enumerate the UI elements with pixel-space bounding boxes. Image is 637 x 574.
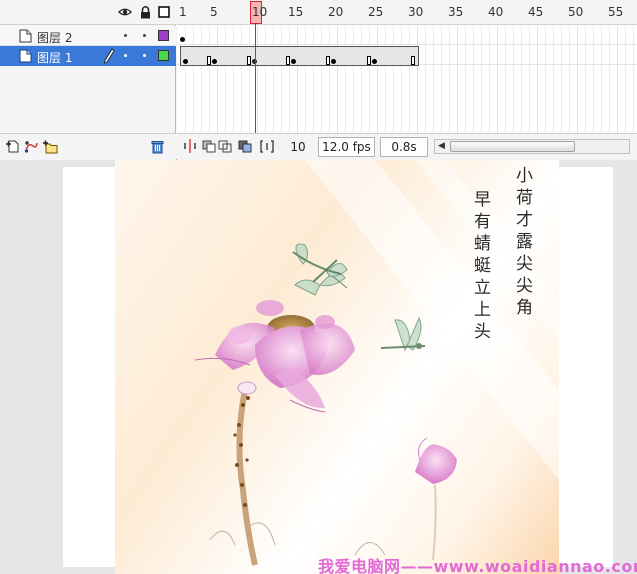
pencil-icon	[103, 48, 115, 64]
playhead-line	[255, 24, 256, 133]
ruler-label: 30	[408, 5, 424, 19]
stage-area: 小荷才露尖尖角 早有蜻蜓立上头	[0, 160, 637, 574]
watermark-text: 我爱电脑网——www.woaidiannao.com	[318, 557, 637, 574]
current-frame-field[interactable]: 10	[280, 137, 316, 157]
frame-end-marker	[207, 56, 211, 65]
layer-page-icon	[19, 29, 32, 43]
add-motion-guide-icon[interactable]	[24, 139, 39, 155]
ruler-label: 45	[528, 5, 544, 19]
ruler-label: 55	[608, 5, 624, 19]
frame-end-marker	[247, 56, 251, 65]
scroll-left-arrow-icon[interactable]: ◀	[438, 141, 445, 151]
layers-pane: 图层 2 图层 1	[0, 0, 176, 160]
layers-footer	[0, 133, 176, 160]
lock-icon[interactable]	[138, 5, 152, 19]
layer-name: 图层 2	[37, 31, 73, 45]
eye-icon[interactable]	[118, 5, 132, 19]
keyframe-marker[interactable]	[291, 59, 296, 64]
ruler-label: 25	[368, 5, 384, 19]
modify-onion-markers-icon[interactable]	[260, 139, 274, 153]
onion-skin-icon[interactable]	[202, 139, 216, 153]
timeline-panel: 图层 2 图层 1 1 5 15 20 25 30 35 40 45 50 55…	[0, 0, 637, 160]
dragonfly-2	[380, 316, 426, 352]
visibility-dot[interactable]	[124, 54, 127, 57]
ruler-label: 20	[328, 5, 344, 19]
frame-end-marker	[367, 56, 371, 65]
outline-icon[interactable]	[157, 5, 171, 19]
frames-pane[interactable]: 1 5 15 20 25 30 35 40 45 50 55 10	[177, 0, 637, 133]
lotus-painting-image: 小荷才露尖尖角 早有蜻蜓立上头	[115, 160, 559, 574]
ruler-label: 5	[210, 5, 218, 19]
frame-ruler[interactable]: 1 5 15 20 25 30 35 40 45 50 55 10	[177, 0, 637, 25]
poem-line-1: 小荷才露尖尖角	[512, 166, 532, 320]
trash-icon[interactable]	[151, 139, 164, 155]
outline-color-swatch[interactable]	[158, 50, 169, 61]
frame-rate-field[interactable]: 12.0 fps	[318, 137, 375, 157]
ruler-label: 50	[568, 5, 584, 19]
frame-end-marker	[326, 56, 330, 65]
scrollbar-thumb[interactable]	[450, 141, 575, 152]
layer-row-2[interactable]: 图层 2	[0, 26, 176, 46]
layer-page-icon	[19, 49, 32, 63]
center-frame-icon[interactable]	[183, 139, 197, 153]
lock-dot[interactable]	[143, 54, 146, 57]
keyframe-marker[interactable]	[331, 59, 336, 64]
timeline-status-bar: 10 12.0 fps 0.8s ◀	[177, 133, 637, 160]
frame-end-marker	[286, 56, 290, 65]
ruler-label: 15	[288, 5, 304, 19]
insert-layer-icon[interactable]	[5, 139, 20, 155]
frame-end-marker	[411, 56, 415, 65]
keyframe-marker[interactable]	[212, 59, 217, 64]
frame-row-layer-2[interactable]	[177, 25, 637, 45]
ruler-label: 40	[488, 5, 504, 19]
playhead-frame-label: 10	[252, 5, 268, 19]
layers-header	[0, 0, 176, 25]
visibility-dot[interactable]	[124, 34, 127, 37]
dragonfly-3	[292, 243, 348, 277]
elapsed-time-field: 0.8s	[380, 137, 428, 157]
layer-name: 图层 1	[37, 51, 73, 65]
keyframe-marker[interactable]	[183, 59, 188, 64]
ruler-label: 1	[179, 5, 187, 19]
lock-dot[interactable]	[143, 34, 146, 37]
timeline-horizontal-scrollbar[interactable]: ◀	[434, 139, 630, 154]
onion-skin-outlines-icon[interactable]	[218, 139, 232, 153]
lotus-dragonfly-illustration	[194, 160, 559, 566]
keyframe-span[interactable]	[180, 46, 419, 66]
outline-color-swatch[interactable]	[158, 30, 169, 41]
layer-row-1[interactable]: 图层 1	[0, 46, 176, 66]
poem-line-2: 早有蜻蜓立上头	[470, 190, 490, 344]
insert-folder-icon[interactable]	[42, 139, 58, 155]
keyframe-marker[interactable]	[372, 59, 377, 64]
ruler-label: 35	[448, 5, 464, 19]
keyframe-marker[interactable]	[180, 37, 185, 42]
edit-multiple-frames-icon[interactable]	[238, 139, 252, 153]
